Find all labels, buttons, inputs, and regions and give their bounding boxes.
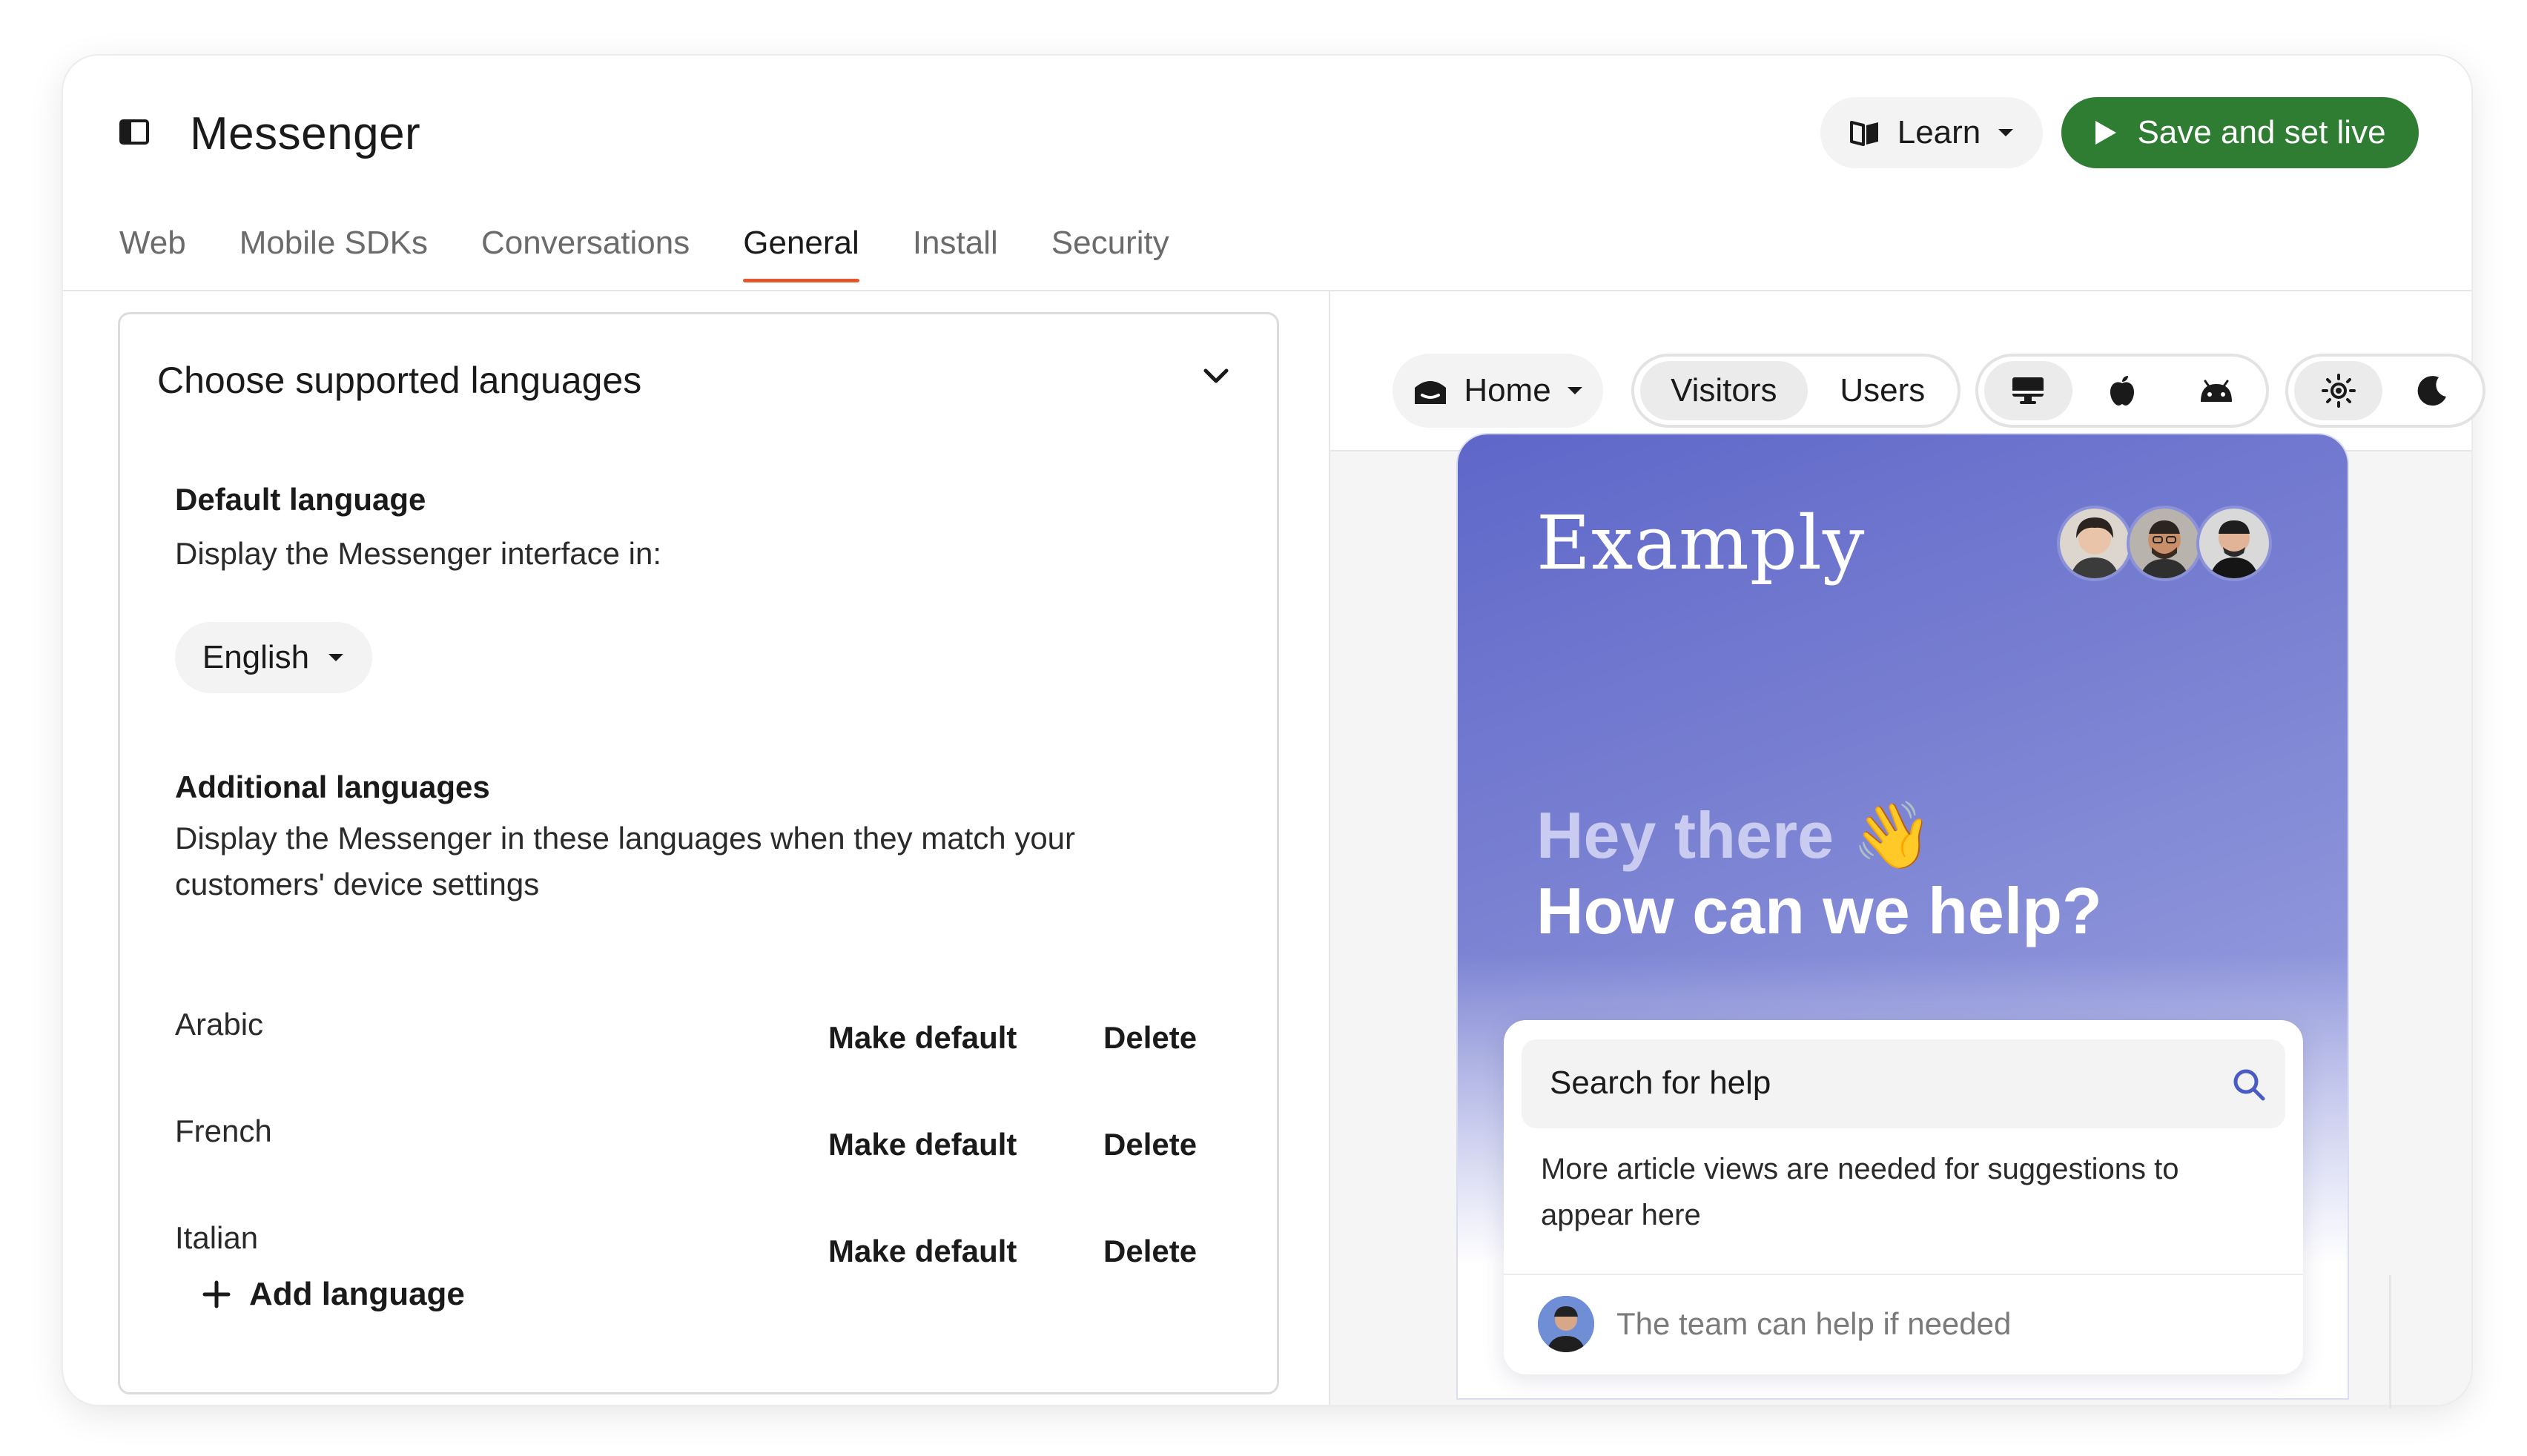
additional-languages-heading: Additional languages (175, 770, 490, 804)
delete-button[interactable]: Delete (1103, 1020, 1197, 1056)
sun-icon (2321, 374, 2356, 408)
greeting-line-1: Hey there 👋 (1536, 798, 1934, 872)
learn-button[interactable]: Learn (1820, 97, 2043, 168)
avatar (2196, 506, 2272, 581)
team-help-text: The team can help if needed (1616, 1306, 2012, 1341)
make-default-button[interactable]: Make default (828, 1234, 1017, 1269)
android-option[interactable] (2172, 361, 2260, 420)
help-card-divider (1504, 1274, 2303, 1275)
brand-logo: Examply (1536, 500, 1866, 586)
preview-scrollbar[interactable] (2389, 1275, 2391, 1409)
page-header: Messenger Learn Save and set live Web Mo… (63, 56, 2471, 282)
suggestions-hint: More article views are needed for sugges… (1541, 1153, 2179, 1231)
pane-divider (1329, 291, 1330, 1405)
home-icon (1415, 381, 1447, 404)
book-icon (1849, 121, 1878, 146)
search-label: Search for help (1550, 1065, 1771, 1101)
theme-toggle (2285, 354, 2485, 428)
caret-down-icon (1998, 129, 2014, 136)
delete-button[interactable]: Delete (1103, 1127, 1197, 1162)
ios-option[interactable] (2078, 361, 2167, 420)
additional-languages-description: Display the Messenger in these languages… (175, 821, 1076, 901)
save-label: Save and set live (2137, 114, 2386, 150)
visitors-option[interactable]: Visitors (1640, 361, 1808, 420)
default-language-description: Display the Messenger interface in: (175, 536, 661, 571)
home-dropdown[interactable]: Home (1393, 354, 1603, 428)
avatar (2127, 506, 2202, 581)
caret-down-icon (328, 654, 344, 661)
make-default-button[interactable]: Make default (828, 1020, 1017, 1056)
dark-theme-option[interactable] (2388, 361, 2477, 420)
light-theme-option[interactable] (2294, 361, 2382, 420)
language-name: Italian (175, 1220, 259, 1255)
sidebar-toggle-icon[interactable] (119, 119, 149, 145)
audience-toggle: Visitors Users (1631, 354, 1961, 428)
add-language-label: Add language (249, 1276, 465, 1312)
tab-web[interactable]: Web (119, 225, 186, 282)
language-name: Arabic (175, 1007, 264, 1042)
add-language-button[interactable]: Add language (202, 1276, 465, 1313)
tab-mobile-sdks[interactable]: Mobile SDKs (240, 225, 428, 282)
android-icon (2200, 380, 2232, 402)
make-default-button[interactable]: Make default (828, 1127, 1017, 1162)
team-avatar (1538, 1296, 1594, 1352)
page-title: Messenger (190, 108, 421, 159)
avatar (2057, 506, 2133, 581)
settings-tabs: Web Mobile SDKs Conversations General In… (119, 225, 1223, 282)
apple-icon (2110, 376, 2134, 406)
language-name: French (175, 1113, 272, 1148)
greeting-line-2: How can we help? (1536, 874, 2102, 947)
team-avatars (2057, 506, 2272, 581)
tab-general[interactable]: General (743, 225, 859, 282)
help-card: Search for help More article views are n… (1504, 1020, 2303, 1374)
preview-toolbar: Home Visitors Users (1330, 291, 2485, 451)
plus-icon (202, 1280, 231, 1308)
search-for-help-input[interactable]: Search for help (1522, 1039, 2285, 1128)
moon-icon (2417, 376, 2446, 406)
desktop-option[interactable] (1984, 361, 2072, 420)
languages-card-title[interactable]: Choose supported languages (157, 359, 641, 402)
languages-card: Choose supported languages Default langu… (118, 312, 1279, 1394)
search-icon (2233, 1069, 2265, 1101)
play-icon (2095, 121, 2117, 145)
tab-install[interactable]: Install (913, 225, 998, 282)
default-language-heading: Default language (175, 482, 426, 517)
caret-down-icon (1567, 387, 1582, 394)
tab-security[interactable]: Security (1051, 225, 1169, 282)
home-label: Home (1464, 372, 1551, 408)
messenger-preview: Examply Hey there 👋 How can we help? Sea… (1458, 434, 2348, 1398)
chevron-down-icon[interactable] (1203, 368, 1229, 385)
users-option[interactable]: Users (1814, 361, 1952, 420)
learn-label: Learn (1897, 114, 1981, 150)
desktop-icon (2012, 377, 2044, 404)
default-language-value: English (202, 639, 310, 675)
save-and-set-live-button[interactable]: Save and set live (2061, 97, 2419, 168)
tab-conversations[interactable]: Conversations (481, 225, 690, 282)
platform-toggle (1975, 354, 2269, 428)
default-language-select[interactable]: English (175, 622, 372, 693)
delete-button[interactable]: Delete (1103, 1234, 1197, 1269)
